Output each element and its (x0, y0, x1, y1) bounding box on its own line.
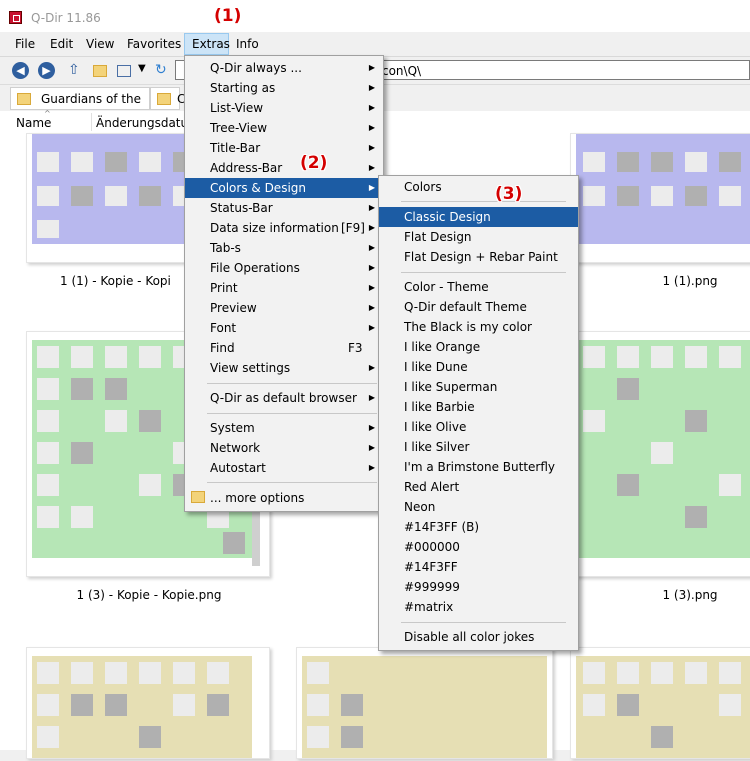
folder-icon (157, 93, 171, 105)
menu-item-list-view[interactable]: List-View ▶ (185, 98, 383, 118)
new-folder-icon[interactable] (92, 62, 109, 79)
menu-item-preview[interactable]: Preview ▶ (185, 298, 383, 318)
menu-item-classic-design[interactable]: Classic Design (379, 207, 578, 227)
menu-item-status-bar[interactable]: Status-Bar ▶ (185, 198, 383, 218)
menu-item-color-theme[interactable]: Color - Theme (379, 277, 578, 297)
file-name: 1 (1).png (662, 274, 718, 288)
menu-favorites[interactable]: Favorites (120, 33, 188, 55)
title-bar: Q-Dir 11.86 (0, 0, 750, 32)
menu-item-file-operations[interactable]: File Operations ▶ (185, 258, 383, 278)
file-thumbnail[interactable] (570, 133, 750, 263)
image-preview (302, 656, 547, 758)
menu-item-starting-as[interactable]: Starting as ▶ (185, 78, 383, 98)
menu-item-flat-design-rebar[interactable]: Flat Design + Rebar Paint (379, 247, 578, 267)
menu-item-neon-theme[interactable]: Neon (379, 497, 578, 517)
app-icon (9, 11, 22, 24)
sort-arrow-icon: ^ (44, 109, 51, 118)
file-thumbnail[interactable] (570, 331, 750, 577)
menu-bar: File Edit View Favorites Extras Info (0, 33, 750, 55)
menu-item-system[interactable]: System ▶ (185, 418, 383, 438)
colors-design-submenu: Colors Classic Design Flat Design Flat D… (378, 175, 579, 651)
tab-guardians[interactable]: Guardians of the ... (10, 87, 150, 129)
column-divider (91, 113, 92, 131)
image-preview (576, 134, 750, 244)
menu-item-qdir-always[interactable]: Q-Dir always ... ▶ (185, 58, 383, 78)
file-thumbnail[interactable] (26, 647, 270, 759)
menu-item-colors-design[interactable]: Colors & Design ▶ (185, 178, 383, 198)
folder-icon (191, 491, 205, 503)
menu-separator (401, 201, 566, 202)
tab-second[interactable]: C (150, 87, 185, 110)
annotation-2: (2) (300, 153, 328, 173)
refresh-icon[interactable]: ↻ (155, 62, 172, 79)
menu-separator (401, 272, 566, 273)
menu-item-000000-theme[interactable]: #000000 (379, 537, 578, 557)
menu-item-network[interactable]: Network ▶ (185, 438, 383, 458)
file-thumbnail[interactable] (570, 647, 750, 759)
menu-view[interactable]: View (79, 33, 121, 55)
menu-item-view-settings[interactable]: View settings ▶ (185, 358, 383, 378)
image-preview (576, 656, 750, 758)
menu-item-tree-view[interactable]: Tree-View ▶ (185, 118, 383, 138)
window-title: Q-Dir 11.86 (31, 11, 101, 25)
menu-item-silver-theme[interactable]: I like Silver (379, 437, 578, 457)
menu-edit[interactable]: Edit (43, 33, 80, 55)
menu-item-colors[interactable]: Colors (379, 177, 578, 197)
menu-item-address-bar[interactable]: Address-Bar ▶ (185, 158, 383, 178)
menu-separator (207, 383, 377, 384)
menu-info[interactable]: Info (229, 33, 266, 55)
annotation-3: (3) (495, 184, 523, 204)
menu-file[interactable]: File (8, 33, 42, 55)
back-icon[interactable]: ◀ (12, 62, 29, 79)
menu-item-print[interactable]: Print ▶ (185, 278, 383, 298)
menu-item-black-theme[interactable]: The Black is my color (379, 317, 578, 337)
menu-item-dune-theme[interactable]: I like Dune (379, 357, 578, 377)
menu-separator (207, 413, 377, 414)
menu-item-autostart[interactable]: Autostart ▶ (185, 458, 383, 478)
menu-item-more-options[interactable]: ... more options (185, 488, 383, 508)
image-preview (32, 656, 252, 758)
file-thumbnail[interactable] (296, 647, 553, 759)
forward-icon[interactable]: ▶ (38, 62, 55, 79)
folder-icon (17, 93, 31, 105)
view-mode-icon[interactable] (117, 65, 131, 77)
menu-item-orange-theme[interactable]: I like Orange (379, 337, 578, 357)
menu-item-default-browser[interactable]: Q-Dir as default browser ▶ (185, 388, 383, 408)
menu-item-14f3ff-b-theme[interactable]: #14F3FF (B) (379, 517, 578, 537)
menu-item-disable-color-jokes[interactable]: Disable all color jokes (379, 627, 578, 647)
image-preview (576, 340, 750, 558)
menu-item-tabs[interactable]: Tab-s ▶ (185, 238, 383, 258)
menu-item-default-theme[interactable]: Q-Dir default Theme (379, 297, 578, 317)
menu-separator (207, 482, 377, 483)
annotation-1: (1) (214, 6, 242, 26)
up-icon[interactable]: ⇧ (68, 62, 85, 79)
extras-menu: Q-Dir always ... ▶ Starting as ▶ List-View… (184, 55, 384, 512)
menu-item-data-size[interactable]: Data size information [F9] ▶ (185, 218, 383, 238)
menu-item-red-alert-theme[interactable]: Red Alert (379, 477, 578, 497)
menu-item-font[interactable]: Font ▶ (185, 318, 383, 338)
view-dropdown-icon[interactable]: ▼ (138, 63, 155, 80)
menu-item-title-bar[interactable]: Title-Bar ▶ (185, 138, 383, 158)
menu-item-superman-theme[interactable]: I like Superman (379, 377, 578, 397)
menu-item-999999-theme[interactable]: #999999 (379, 577, 578, 597)
menu-item-barbie-theme[interactable]: I like Barbie (379, 397, 578, 417)
menu-item-find[interactable]: Find F3 (185, 338, 383, 358)
menu-separator (401, 622, 566, 623)
column-name[interactable]: Name (16, 116, 51, 130)
file-name: 1 (1) - Kopie - Kopi (60, 274, 171, 288)
file-name: 1 (3).png (662, 588, 718, 602)
menu-extras[interactable]: Extras (184, 33, 230, 55)
menu-item-14f3ff-theme[interactable]: #14F3FF (379, 557, 578, 577)
menu-item-matrix-theme[interactable]: #matrix (379, 597, 578, 617)
menu-item-olive-theme[interactable]: I like Olive (379, 417, 578, 437)
menu-item-brimstone-theme[interactable]: I'm a Brimstone Butterfly (379, 457, 578, 477)
menu-item-flat-design[interactable]: Flat Design (379, 227, 578, 247)
file-name: 1 (3) - Kopie - Kopie.png (76, 588, 222, 602)
